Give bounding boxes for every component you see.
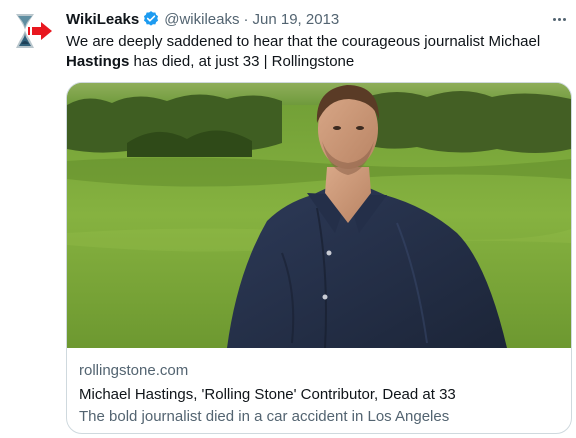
tweet[interactable]: WikiLeaks @wikileaks · Jun 19, 2013 We a…	[0, 0, 576, 438]
card-domain: rollingstone.com	[79, 362, 189, 379]
card-description: The bold journalist died in a car accide…	[79, 408, 450, 425]
card-title: Michael Hastings, 'Rolling Stone' Contri…	[79, 386, 456, 403]
tweet-text-bold: Hastings	[66, 53, 130, 70]
author-handle[interactable]: @wikileaks	[164, 11, 239, 28]
link-preview-card[interactable]: rollingstone.com Michael Hastings, 'Roll…	[66, 82, 572, 434]
tweet-text-part2: has died, at just 33 | Rollingstone	[129, 53, 355, 70]
tweet-text: We are deeply saddened to hear that the …	[66, 32, 566, 72]
wikileaks-logo-icon	[8, 8, 56, 56]
card-image[interactable]	[67, 83, 571, 348]
tweet-text-part1: We are deeply saddened to hear that the …	[66, 33, 541, 50]
verified-badge-icon	[142, 10, 160, 28]
header-separator: ·	[243, 10, 249, 28]
tweet-header: WikiLeaks @wikileaks · Jun 19, 2013	[66, 9, 339, 29]
tweet-date[interactable]: Jun 19, 2013	[253, 11, 340, 28]
avatar[interactable]	[8, 8, 56, 56]
more-options-icon[interactable]	[548, 10, 570, 28]
author-name[interactable]: WikiLeaks	[66, 11, 139, 28]
card-meta: rollingstone.com Michael Hastings, 'Roll…	[79, 361, 559, 427]
